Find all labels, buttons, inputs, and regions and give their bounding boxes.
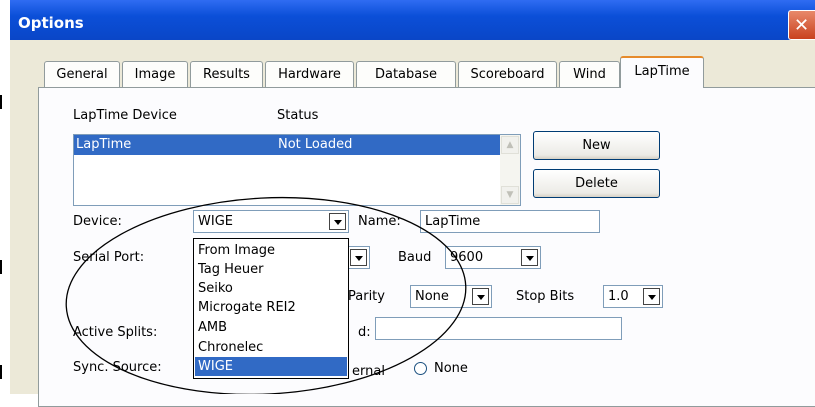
parity-select[interactable]: None: [410, 285, 492, 308]
splits-field[interactable]: [375, 317, 622, 340]
close-icon: ✕: [794, 15, 810, 36]
baud-select[interactable]: 9600: [445, 246, 541, 269]
chevron-down-icon[interactable]: [329, 213, 346, 230]
chevron-down-icon[interactable]: [350, 249, 367, 266]
device-list[interactable]: LapTime Not Loaded ▲ ▼: [73, 134, 521, 206]
window-edge-mark: [0, 365, 2, 379]
device-status-cell: Not Loaded: [278, 137, 353, 152]
serial-port-label: Serial Port:: [73, 250, 145, 265]
sync-source-label: Sync. Source:: [73, 360, 162, 375]
chevron-down-icon[interactable]: [472, 288, 489, 305]
device-dropdown-list[interactable]: From Image Tag Heuer Seiko Microgate REI…: [193, 238, 349, 379]
tab-laptime[interactable]: LapTime: [620, 56, 704, 88]
delete-button[interactable]: Delete: [533, 169, 660, 198]
baud-label: Baud: [398, 250, 432, 265]
tab-results[interactable]: Results: [190, 61, 263, 87]
device-select[interactable]: WIGE: [193, 210, 349, 233]
sync-none-label: None: [434, 361, 468, 376]
stop-bits-select[interactable]: 1.0: [603, 285, 663, 308]
dropdown-option[interactable]: Microgate REI2: [195, 298, 347, 317]
dropdown-option-selected[interactable]: WIGE: [195, 357, 347, 376]
list-item[interactable]: LapTime Not Loaded: [74, 135, 500, 155]
dropdown-option[interactable]: From Image: [195, 241, 347, 260]
dropdown-option[interactable]: AMB: [195, 318, 347, 337]
list-scrollbar[interactable]: ▲ ▼: [500, 135, 520, 205]
baud-select-value: 9600: [450, 250, 484, 265]
tab-scoreboard[interactable]: Scoreboard: [458, 61, 557, 87]
name-field[interactable]: LapTime: [420, 210, 600, 233]
scroll-up-icon[interactable]: ▲: [501, 136, 519, 154]
splits-field-label: d:: [358, 325, 371, 340]
tab-database[interactable]: Database: [356, 61, 456, 87]
parity-select-value: None: [415, 289, 449, 304]
window-edge-mark: [0, 95, 2, 109]
tab-image[interactable]: Image: [122, 61, 188, 87]
active-splits-label: Active Splits:: [73, 325, 158, 340]
stop-bits-label: Stop Bits: [516, 289, 575, 304]
window-edge-mark: [0, 260, 2, 274]
stop-bits-select-value: 1.0: [608, 289, 629, 304]
dropdown-option[interactable]: Tag Heuer: [195, 260, 347, 279]
name-label: Name:: [358, 214, 401, 229]
device-select-value: WIGE: [198, 214, 233, 229]
col-header-status: Status: [277, 108, 319, 123]
sync-none-radio[interactable]: [414, 362, 427, 375]
parity-label: Parity: [348, 289, 385, 304]
dropdown-option[interactable]: Chronelec: [195, 338, 347, 357]
scroll-down-icon[interactable]: ▼: [501, 186, 519, 204]
tab-wind[interactable]: Wind: [559, 61, 620, 87]
chevron-down-icon[interactable]: [521, 249, 538, 266]
window-title: Options: [18, 14, 84, 32]
tab-general[interactable]: General: [44, 61, 120, 87]
sync-external-label: ernal: [352, 364, 385, 379]
device-label: Device:: [73, 214, 122, 229]
new-button[interactable]: New: [533, 131, 660, 160]
close-button[interactable]: ✕: [788, 10, 815, 40]
col-header-device: LapTime Device: [73, 108, 177, 123]
device-name-cell: LapTime: [76, 137, 132, 152]
title-bar[interactable]: [10, 0, 815, 40]
dropdown-option[interactable]: Seiko: [195, 279, 347, 298]
chevron-down-icon[interactable]: [643, 288, 660, 305]
tab-hardware[interactable]: Hardware: [265, 61, 354, 87]
